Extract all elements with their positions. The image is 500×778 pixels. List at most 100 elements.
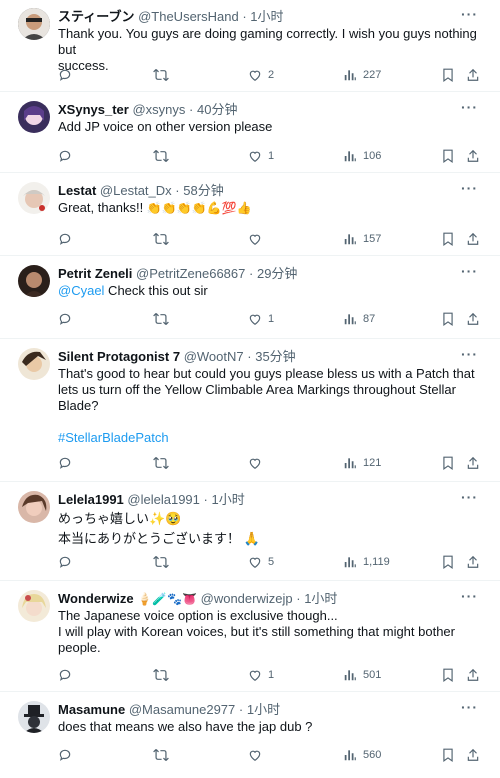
reply-button[interactable]	[58, 555, 78, 569]
hashtag-link[interactable]: #StellarBladePatch	[58, 430, 486, 446]
user-handle[interactable]: @TheUsersHand	[138, 9, 239, 24]
more-icon[interactable]: ···	[461, 699, 478, 715]
like-button[interactable]	[248, 748, 268, 762]
share-button[interactable]	[466, 312, 480, 326]
bookmark-button[interactable]	[442, 456, 454, 470]
timestamp[interactable]: 29分钟	[257, 266, 297, 281]
user-handle[interactable]: @xsynys	[132, 102, 185, 117]
retweet-button[interactable]	[153, 232, 175, 246]
tweet[interactable]: Petrit Zeneli @PetritZene66867 · 29分钟 ··…	[0, 257, 500, 339]
display-name[interactable]: スティーブン	[58, 9, 134, 24]
avatar[interactable]	[18, 265, 50, 297]
retweet-button[interactable]	[153, 456, 175, 470]
like-button[interactable]: 1	[248, 668, 274, 682]
more-icon[interactable]: ···	[461, 263, 478, 279]
tweet[interactable]: Wonderwize 🍦🧪🐾👅 @wonderwizejp · 1小时 ··· …	[0, 582, 500, 692]
more-icon[interactable]: ···	[461, 588, 478, 604]
reply-button[interactable]	[58, 748, 78, 762]
views-button[interactable]: 157	[343, 232, 381, 246]
more-icon[interactable]: ···	[461, 489, 478, 505]
timestamp[interactable]: 1小时	[211, 492, 244, 507]
retweet-button[interactable]	[153, 149, 175, 163]
bookmark-button[interactable]	[442, 68, 454, 82]
display-name[interactable]: Wonderwize	[58, 591, 134, 606]
timestamp[interactable]: 35分钟	[255, 349, 295, 364]
views-button[interactable]: 560	[343, 748, 381, 762]
like-button[interactable]	[248, 232, 268, 246]
retweet-button[interactable]	[153, 312, 175, 326]
bookmark-button[interactable]	[442, 668, 454, 682]
tweet[interactable]: Silent Protagonist 7 @WootN7 · 35分钟 ··· …	[0, 340, 500, 482]
avatar[interactable]	[18, 701, 50, 733]
share-button[interactable]	[466, 149, 480, 163]
timestamp[interactable]: 1小时	[250, 9, 283, 24]
display-name[interactable]: XSynys_ter	[58, 102, 129, 117]
reply-button[interactable]	[58, 312, 78, 326]
views-button[interactable]: 1,119	[343, 555, 390, 569]
timestamp[interactable]: 40分钟	[197, 102, 237, 117]
avatar[interactable]	[18, 8, 50, 40]
user-handle[interactable]: @Lestat_Dx	[100, 183, 172, 198]
bookmark-button[interactable]	[442, 149, 454, 163]
avatar[interactable]	[18, 182, 50, 214]
mention-link[interactable]: @Cyael	[58, 283, 104, 298]
retweet-button[interactable]	[153, 748, 175, 762]
timestamp[interactable]: 1小时	[247, 702, 280, 717]
retweet-button[interactable]	[153, 668, 175, 682]
like-button[interactable]: 1	[248, 149, 274, 163]
views-button[interactable]: 106	[343, 149, 381, 163]
user-handle[interactable]: @WootN7	[184, 349, 244, 364]
like-button[interactable]: 5	[248, 555, 274, 569]
retweet-button[interactable]	[153, 68, 175, 82]
reply-button[interactable]	[58, 232, 78, 246]
reply-button[interactable]	[58, 149, 78, 163]
views-button[interactable]: 121	[343, 456, 381, 470]
display-name[interactable]: Lestat	[58, 183, 96, 198]
share-button[interactable]	[466, 668, 480, 682]
views-button[interactable]: 501	[343, 668, 381, 682]
timestamp[interactable]: 1小时	[304, 591, 337, 606]
avatar[interactable]	[18, 101, 50, 133]
bookmark-button[interactable]	[442, 748, 454, 762]
bookmark-button[interactable]	[442, 555, 454, 569]
reply-button[interactable]	[58, 456, 78, 470]
retweet-button[interactable]	[153, 555, 175, 569]
avatar[interactable]	[18, 590, 50, 622]
avatar[interactable]	[18, 348, 50, 380]
views-button[interactable]: 227	[343, 68, 381, 82]
action-bar: 5 1,119	[58, 555, 486, 571]
views-button[interactable]: 87	[343, 312, 375, 326]
share-button[interactable]	[466, 456, 480, 470]
tweet[interactable]: Lestat @Lestat_Dx · 58分钟 ··· Great, than…	[0, 174, 500, 256]
user-handle[interactable]: @wonderwizejp	[201, 591, 293, 606]
share-button[interactable]	[466, 232, 480, 246]
display-name[interactable]: Lelela1991	[58, 492, 124, 507]
tweet[interactable]: Lelela1991 @lelela1991 · 1小时 ··· めっちゃ嬉しい…	[0, 483, 500, 581]
share-button[interactable]	[466, 748, 480, 762]
more-icon[interactable]: ···	[461, 99, 478, 115]
more-icon[interactable]: ···	[461, 346, 478, 362]
like-button[interactable]: 1	[248, 312, 274, 326]
avatar[interactable]	[18, 491, 50, 523]
tweet-text: Great, thanks!! 👏👏👏👏💪💯👍	[58, 200, 486, 216]
bookmark-button[interactable]	[442, 312, 454, 326]
display-name[interactable]: Petrit Zeneli	[58, 266, 132, 281]
tweet[interactable]: スティーブン @TheUsersHand · 1小时 ··· Thank you…	[0, 0, 500, 92]
user-handle[interactable]: @lelela1991	[127, 492, 199, 507]
display-name[interactable]: Masamune	[58, 702, 125, 717]
like-button[interactable]: 2	[248, 68, 274, 82]
user-handle[interactable]: @PetritZene66867	[136, 266, 245, 281]
share-button[interactable]	[466, 68, 480, 82]
tweet[interactable]: XSynys_ter @xsynys · 40分钟 ··· Add JP voi…	[0, 93, 500, 173]
reply-button[interactable]	[58, 668, 78, 682]
reply-button[interactable]	[58, 68, 78, 82]
user-handle[interactable]: @Masamune2977	[129, 702, 235, 717]
display-name[interactable]: Silent Protagonist 7	[58, 349, 180, 364]
like-button[interactable]	[248, 456, 268, 470]
timestamp[interactable]: 58分钟	[183, 183, 223, 198]
bookmark-button[interactable]	[442, 232, 454, 246]
more-icon[interactable]: ···	[461, 180, 478, 196]
share-button[interactable]	[466, 555, 480, 569]
more-icon[interactable]: ···	[461, 6, 478, 22]
tweet[interactable]: Masamune @Masamune2977 · 1小时 ··· does th…	[0, 693, 500, 778]
